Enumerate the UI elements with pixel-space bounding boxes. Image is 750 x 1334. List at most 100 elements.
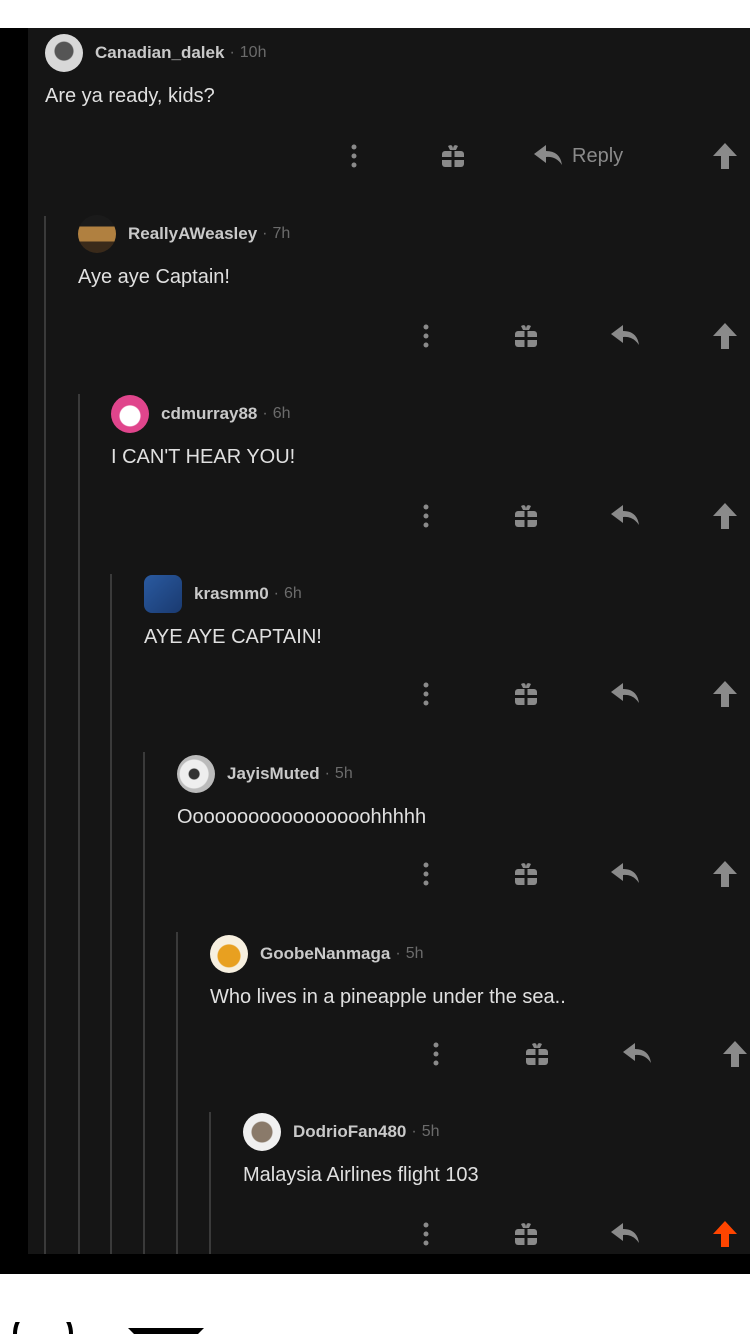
reply-arrow-icon [534, 145, 562, 165]
reply-arrow-icon [623, 1043, 651, 1063]
reply-button[interactable]: Reply [534, 136, 644, 176]
comment-1-actions: Reply [28, 136, 750, 176]
username[interactable]: ReallyAWeasley [128, 224, 257, 244]
username[interactable]: JayisMuted [227, 764, 320, 784]
comment-6-actions [28, 1034, 750, 1074]
reply-arrow-icon [611, 863, 639, 883]
comment-2-actions [28, 316, 750, 356]
separator-dot: · [262, 225, 268, 242]
comment-text: Who lives in a pineapple under the sea.. [210, 986, 566, 1008]
username[interactable]: GoobeNanmaga [260, 944, 390, 964]
award-button[interactable] [436, 136, 470, 176]
upvote-button[interactable] [720, 1034, 750, 1074]
reply-arrow-icon [611, 505, 639, 525]
reply-arrow-icon [611, 1223, 639, 1243]
avatar[interactable] [111, 395, 149, 433]
more-options-button[interactable] [414, 674, 438, 714]
timestamp: 6h [272, 405, 291, 422]
reply-button[interactable] [608, 316, 644, 356]
award-button[interactable] [509, 496, 543, 536]
more-options-icon [423, 862, 429, 886]
timestamp: 5h [405, 945, 424, 962]
award-button[interactable] [509, 1214, 543, 1254]
upvote-button[interactable] [708, 674, 742, 714]
circle-icon[interactable] [12, 1322, 74, 1334]
upvote-button[interactable] [708, 136, 742, 176]
comment-text: I CAN'T HEAR YOU! [111, 446, 296, 468]
more-options-button[interactable] [342, 136, 366, 176]
timestamp: 5h [421, 1123, 440, 1140]
comment-text: Ooooooooooooooooohhhhh [177, 806, 427, 828]
username[interactable]: krasmm0 [194, 584, 269, 604]
more-options-button[interactable] [414, 1214, 438, 1254]
comment-meta: krasmm0 · 6h [144, 574, 302, 614]
separator-dot: · [395, 945, 401, 962]
upvote-button[interactable] [708, 316, 742, 356]
screenshot-frame: Canadian_dalek · 10h Are ya ready, kids?… [0, 28, 750, 1274]
more-options-icon [423, 504, 429, 528]
gift-icon [515, 325, 537, 347]
comment-meta: GoobeNanmaga · 5h [210, 934, 423, 974]
more-options-button[interactable] [414, 854, 438, 894]
award-button[interactable] [509, 854, 543, 894]
upvote-arrow-icon [713, 1221, 737, 1247]
avatar[interactable] [243, 1113, 281, 1151]
upvote-button-active[interactable] [708, 1214, 742, 1254]
reply-arrow-icon [611, 683, 639, 703]
comment-4-actions [28, 674, 750, 714]
upvote-arrow-icon [713, 681, 737, 707]
reply-arrow-icon [611, 325, 639, 345]
avatar[interactable] [78, 215, 116, 253]
more-options-icon [423, 682, 429, 706]
thread-line-4[interactable] [143, 752, 145, 1254]
more-options-button[interactable] [414, 496, 438, 536]
comment-thread-panel: Canadian_dalek · 10h Are ya ready, kids?… [28, 28, 750, 1254]
filter-icon[interactable] [128, 1326, 204, 1334]
reply-label: Reply [572, 144, 624, 167]
gift-icon [515, 1223, 537, 1245]
comment-meta: JayisMuted · 5h [177, 754, 353, 794]
more-options-icon [433, 1042, 439, 1066]
reply-button[interactable] [608, 674, 644, 714]
avatar[interactable] [45, 34, 83, 72]
separator-dot: · [273, 585, 279, 602]
reply-button[interactable] [620, 1034, 656, 1074]
avatar[interactable] [177, 755, 215, 793]
timestamp: 10h [239, 44, 267, 61]
avatar[interactable] [210, 935, 248, 973]
gift-icon [515, 683, 537, 705]
award-button[interactable] [520, 1034, 554, 1074]
comment-meta: cdmurray88 · 6h [111, 394, 291, 434]
more-options-button[interactable] [424, 1034, 448, 1074]
reply-button[interactable] [608, 854, 644, 894]
avatar[interactable] [144, 575, 182, 613]
separator-dot: · [411, 1123, 417, 1140]
upvote-button[interactable] [708, 854, 742, 894]
username[interactable]: Canadian_dalek [95, 43, 224, 63]
award-button[interactable] [509, 316, 543, 356]
gift-icon [515, 505, 537, 527]
comment-7-actions [28, 1214, 750, 1254]
username[interactable]: DodrioFan480 [293, 1122, 406, 1142]
bottom-toolbar [0, 1274, 750, 1334]
separator-dot: · [324, 765, 330, 782]
timestamp: 5h [334, 765, 353, 782]
reply-button[interactable] [608, 496, 644, 536]
thread-line-5[interactable] [176, 932, 178, 1254]
award-button[interactable] [509, 674, 543, 714]
more-options-button[interactable] [414, 316, 438, 356]
comment-meta: Canadian_dalek · 10h [45, 33, 266, 73]
thread-line-1[interactable] [44, 216, 46, 1254]
reply-button[interactable] [608, 1214, 644, 1254]
timestamp: 6h [284, 585, 302, 602]
upvote-arrow-icon [713, 503, 737, 529]
more-options-icon [351, 144, 357, 168]
timestamp: 7h [272, 225, 291, 242]
username[interactable]: cdmurray88 [161, 404, 257, 424]
upvote-arrow-icon [713, 143, 737, 169]
comment-meta: DodrioFan480 · 5h [243, 1112, 439, 1152]
upvote-arrow-icon [723, 1041, 747, 1067]
more-options-icon [423, 1222, 429, 1246]
upvote-button[interactable] [708, 496, 742, 536]
upvote-arrow-icon [713, 861, 737, 887]
